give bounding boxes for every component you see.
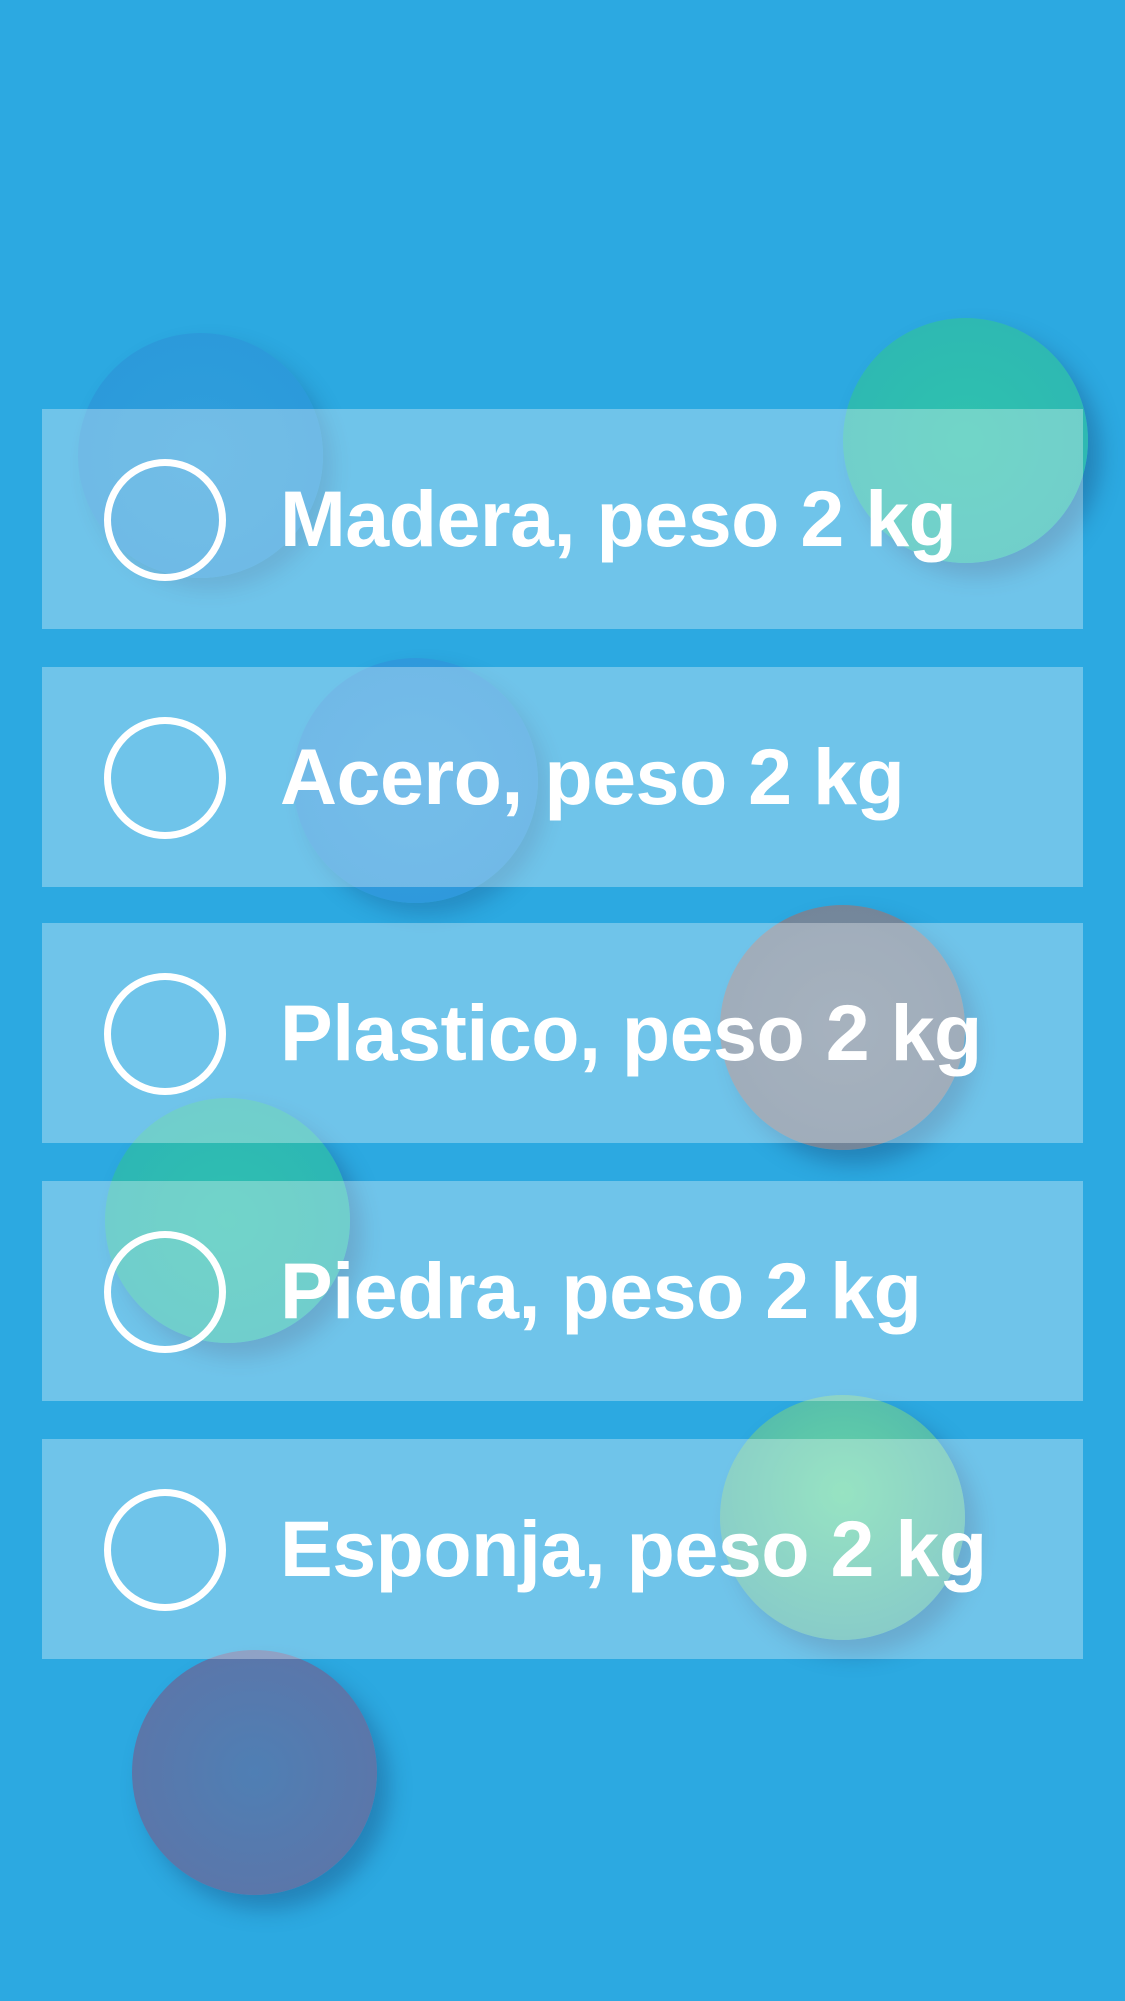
answer-option-label: Plastico, peso 2 kg xyxy=(280,988,982,1077)
radio-circle-icon[interactable] xyxy=(104,459,226,581)
radio-circle-icon[interactable] xyxy=(104,1489,226,1611)
answer-option-label: Esponja, peso 2 kg xyxy=(280,1504,987,1593)
answer-option-acero[interactable]: Acero, peso 2 kg xyxy=(42,667,1083,887)
answer-options-list: Madera, peso 2 kg Acero, peso 2 kg Plast… xyxy=(42,409,1083,1697)
answer-option-plastico[interactable]: Plastico, peso 2 kg xyxy=(42,923,1083,1143)
radio-circle-icon[interactable] xyxy=(104,1231,226,1353)
radio-circle-icon[interactable] xyxy=(104,973,226,1095)
answer-option-piedra[interactable]: Piedra, peso 2 kg xyxy=(42,1181,1083,1401)
answer-option-esponja[interactable]: Esponja, peso 2 kg xyxy=(42,1439,1083,1659)
answer-option-label: Piedra, peso 2 kg xyxy=(280,1246,922,1335)
answer-option-label: Madera, peso 2 kg xyxy=(280,474,957,563)
radio-circle-icon[interactable] xyxy=(104,717,226,839)
answer-option-madera[interactable]: Madera, peso 2 kg xyxy=(42,409,1083,629)
answer-option-label: Acero, peso 2 kg xyxy=(280,732,905,821)
